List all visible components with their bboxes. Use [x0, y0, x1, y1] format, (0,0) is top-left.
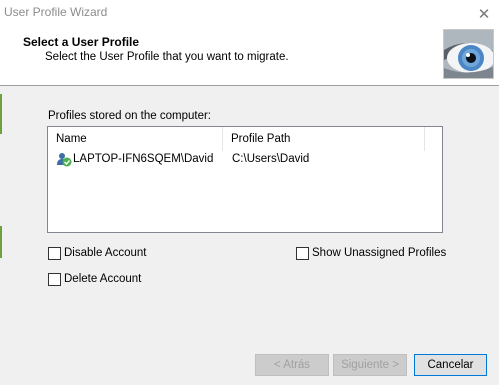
window-edge-accent — [0, 226, 2, 258]
page-subtitle: Select the User Profile that you want to… — [45, 51, 289, 63]
list-header: Name Profile Path — [48, 127, 442, 151]
column-header-name[interactable]: Name — [48, 127, 223, 151]
delete-account-label: Delete Account — [64, 273, 142, 285]
back-button[interactable]: < Atrás — [255, 354, 329, 376]
profile-name: LAPTOP-IFN6SQEM\David — [73, 153, 214, 165]
page-title: Select a User Profile — [23, 35, 140, 49]
profiles-label: Profiles stored on the computer: — [48, 110, 211, 122]
user-icon — [56, 152, 72, 168]
delete-account-option[interactable]: Delete Account — [48, 271, 141, 287]
window-title: User Profile Wizard — [4, 5, 108, 19]
show-unassigned-option[interactable]: Show Unassigned Profiles — [296, 245, 446, 261]
delete-account-checkbox[interactable] — [48, 272, 61, 286]
close-button[interactable]: ✕ — [469, 0, 499, 27]
disable-account-checkbox[interactable] — [48, 246, 61, 260]
list-item[interactable]: LAPTOP-IFN6SQEM\David C:\Users\David — [48, 151, 442, 169]
title-bar: User Profile Wizard ✕ — [0, 0, 499, 27]
cancel-button[interactable]: Cancelar — [414, 354, 487, 376]
disable-account-label: Disable Account — [64, 247, 147, 259]
disable-account-option[interactable]: Disable Account — [48, 245, 146, 261]
eye-image — [443, 29, 494, 79]
show-unassigned-label: Show Unassigned Profiles — [312, 247, 447, 259]
wizard-header: Select a User Profile Select the User Pr… — [0, 27, 499, 86]
show-unassigned-checkbox[interactable] — [296, 246, 309, 260]
close-icon: ✕ — [477, 5, 491, 23]
profile-path: C:\Users\David — [232, 153, 310, 165]
profiles-list[interactable]: Name Profile Path LAPTOP-IFN6SQEM\David … — [47, 126, 443, 233]
window-edge-accent — [0, 94, 2, 134]
next-button[interactable]: Siguiente > — [333, 354, 407, 376]
column-header-profile-path[interactable]: Profile Path — [223, 127, 425, 151]
